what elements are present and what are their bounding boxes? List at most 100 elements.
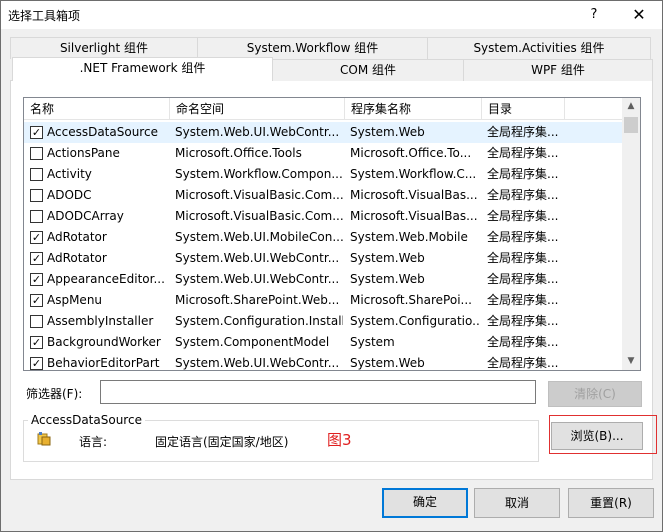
list-item[interactable]: AssemblyInstaller System.Configuration.In… xyxy=(24,311,622,332)
scroll-down-icon[interactable]: ▼ xyxy=(622,353,640,370)
row-assembly: System xyxy=(350,335,395,349)
row-namespace: Microsoft.Office.Tools xyxy=(175,146,302,160)
column-directory[interactable]: 目录 xyxy=(482,98,565,120)
row-namespace: System.Web.UI.WebContr... xyxy=(175,125,340,139)
tab-wpf[interactable]: WPF 组件 xyxy=(463,59,653,81)
row-directory: 全局程序集... xyxy=(487,356,559,370)
close-button[interactable]: ✕ xyxy=(621,1,657,29)
row-directory: 全局程序集... xyxy=(487,188,559,202)
row-name: ActionsPane xyxy=(47,146,120,160)
row-assembly: System.Web xyxy=(350,272,425,286)
assembly-icon xyxy=(37,432,51,446)
row-directory: 全局程序集... xyxy=(487,167,559,181)
title-bar: 选择工具箱项 ? ✕ xyxy=(1,1,662,29)
row-directory: 全局程序集... xyxy=(487,335,559,349)
list-item[interactable]: ✓ AspMenu Microsoft.SharePoint.Web... Micro… xyxy=(24,290,622,311)
row-checkbox[interactable]: ✓ xyxy=(30,252,43,265)
list-item[interactable]: ActionsPane Microsoft.Office.Tools Microso… xyxy=(24,143,622,164)
row-checkbox[interactable]: ✓ xyxy=(30,126,43,139)
clear-button[interactable]: 清除(C) xyxy=(548,381,642,407)
figure-annotation: 图3 xyxy=(327,431,352,449)
row-checkbox[interactable] xyxy=(30,168,43,181)
row-checkbox[interactable]: ✓ xyxy=(30,273,43,286)
row-namespace: System.Web.UI.WebContr... xyxy=(175,251,340,265)
row-namespace: System.Web.UI.WebContr... xyxy=(175,272,340,286)
row-checkbox[interactable] xyxy=(30,189,43,202)
row-checkbox[interactable] xyxy=(30,147,43,160)
row-directory: 全局程序集... xyxy=(487,209,559,223)
ok-button[interactable]: 确定 xyxy=(382,488,468,518)
row-name: AspMenu xyxy=(47,293,103,307)
component-list[interactable]: 名称 命名空间 程序集名称 目录 ✓ AccessDataSource System… xyxy=(23,97,641,371)
row-directory: 全局程序集... xyxy=(487,272,559,286)
row-checkbox[interactable]: ✓ xyxy=(30,336,43,349)
row-namespace: System.Workflow.Compon... xyxy=(175,167,343,181)
language-label: 语言: xyxy=(79,435,108,449)
row-assembly: System.Web xyxy=(350,125,425,139)
row-assembly: System.Web xyxy=(350,356,425,370)
row-directory: 全局程序集... xyxy=(487,230,559,244)
list-item[interactable]: ✓ AdRotator System.Web.UI.WebContr... Syste… xyxy=(24,248,622,269)
row-namespace: System.ComponentModel xyxy=(175,335,330,349)
language-value: 固定语言(固定国家/地区) xyxy=(155,435,289,449)
tab-system-workflow[interactable]: System.Workflow 组件 xyxy=(197,37,428,59)
list-item[interactable]: ✓ BackgroundWorker System.ComponentModel Sy… xyxy=(24,332,622,353)
row-checkbox[interactable] xyxy=(30,210,43,223)
cancel-button[interactable]: 取消 xyxy=(474,488,560,518)
row-name: ADODCArray xyxy=(47,209,124,223)
row-assembly: Microsoft.SharePoi... xyxy=(350,293,472,307)
tab-system-activities[interactable]: System.Activities 组件 xyxy=(427,37,651,59)
row-directory: 全局程序集... xyxy=(487,314,559,328)
reset-button[interactable]: 重置(R) xyxy=(568,488,654,518)
row-checkbox[interactable]: ✓ xyxy=(30,231,43,244)
tab-silverlight[interactable]: Silverlight 组件 xyxy=(10,37,198,59)
row-name: BackgroundWorker xyxy=(47,335,161,349)
tab-dotnet-framework[interactable]: .NET Framework 组件 xyxy=(12,57,273,81)
list-scrollbar[interactable]: ▲ ▼ xyxy=(622,98,640,370)
row-namespace: Microsoft.VisualBasic.Com... xyxy=(175,209,343,223)
scroll-thumb[interactable] xyxy=(624,117,638,133)
column-name[interactable]: 名称 xyxy=(24,98,170,120)
row-directory: 全局程序集... xyxy=(487,293,559,307)
row-name: AdRotator xyxy=(47,251,107,265)
row-assembly: Microsoft.Office.To... xyxy=(350,146,472,160)
row-name: BehaviorEditorPart xyxy=(47,356,160,370)
filter-input[interactable] xyxy=(100,380,536,404)
row-directory: 全局程序集... xyxy=(487,125,559,139)
row-namespace: System.Configuration.Install xyxy=(175,314,343,328)
row-namespace: Microsoft.SharePoint.Web... xyxy=(175,293,340,307)
highlight-box xyxy=(549,415,657,454)
scroll-up-icon[interactable]: ▲ xyxy=(622,98,640,115)
row-assembly: System.Web xyxy=(350,251,425,265)
row-name: AccessDataSource xyxy=(47,125,158,139)
filter-label: 筛选器(F): xyxy=(26,387,83,401)
row-directory: 全局程序集... xyxy=(487,146,559,160)
help-button[interactable]: ? xyxy=(579,1,609,29)
row-name: ADODC xyxy=(47,188,92,202)
row-name: AdRotator xyxy=(47,230,107,244)
details-group-title: AccessDataSource xyxy=(28,413,145,427)
tab-com[interactable]: COM 组件 xyxy=(272,59,464,81)
row-checkbox[interactable] xyxy=(30,315,43,328)
list-item[interactable]: ✓ BehaviorEditorPart System.Web.UI.WebCont… xyxy=(24,353,622,370)
row-namespace: Microsoft.VisualBasic.Com... xyxy=(175,188,343,202)
window-title: 选择工具箱项 xyxy=(8,9,81,23)
column-assembly[interactable]: 程序集名称 xyxy=(345,98,482,120)
list-header: 名称 命名空间 程序集名称 目录 xyxy=(24,98,622,120)
row-name: AssemblyInstaller xyxy=(47,314,154,328)
list-item[interactable]: ADODC Microsoft.VisualBasic.Com... Microso… xyxy=(24,185,622,206)
list-item[interactable]: Activity System.Workflow.Compon... System.… xyxy=(24,164,622,185)
row-assembly: System.Web.Mobile xyxy=(350,230,468,244)
row-assembly: System.Workflow.C... xyxy=(350,167,477,181)
list-item[interactable]: ✓ AccessDataSource System.Web.UI.WebContr.… xyxy=(24,122,622,143)
row-assembly: System.Configuratio... xyxy=(350,314,480,328)
row-name: Activity xyxy=(47,167,92,181)
list-item[interactable]: ✓ AdRotator System.Web.UI.MobileCon... Syst… xyxy=(24,227,622,248)
row-assembly: Microsoft.VisualBas... xyxy=(350,188,478,202)
row-checkbox[interactable]: ✓ xyxy=(30,294,43,307)
list-item[interactable]: ✓ AppearanceEditor... System.Web.UI.WebCon… xyxy=(24,269,622,290)
row-directory: 全局程序集... xyxy=(487,251,559,265)
row-checkbox[interactable]: ✓ xyxy=(30,357,43,370)
list-item[interactable]: ADODCArray Microsoft.VisualBasic.Com... Mi… xyxy=(24,206,622,227)
column-namespace[interactable]: 命名空间 xyxy=(170,98,345,120)
